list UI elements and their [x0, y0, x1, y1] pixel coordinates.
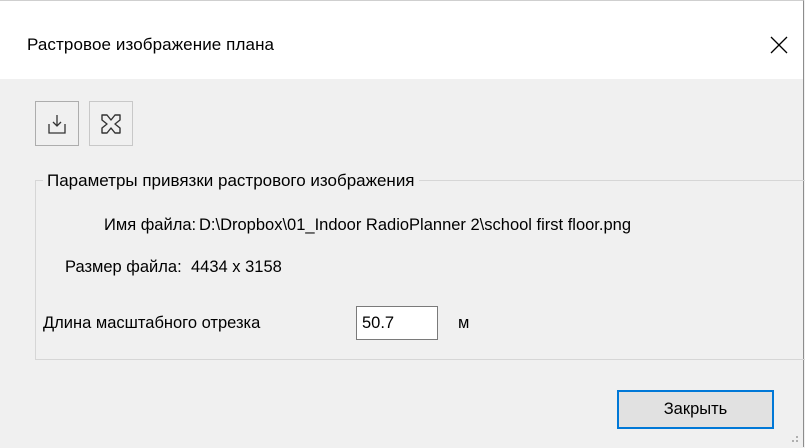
delete-image-icon — [101, 113, 121, 134]
load-image-button[interactable] — [35, 101, 79, 146]
file-name-label: Имя файла: — [104, 216, 197, 234]
scale-length-input[interactable] — [356, 306, 438, 340]
file-size-label: Размер файла: — [65, 258, 182, 276]
file-size-value: 4434 x 3158 — [191, 258, 282, 276]
close-button[interactable]: Закрыть — [617, 390, 774, 429]
window-close-button[interactable] — [755, 23, 803, 67]
import-icon — [48, 114, 66, 134]
scale-unit-label: м — [458, 314, 470, 332]
file-name-value: D:\Dropbox\01_Indoor RadioPlanner 2\scho… — [199, 216, 632, 234]
resize-grip-icon[interactable] — [789, 433, 799, 443]
dialog-title: Растровое изображение плана — [27, 35, 275, 54]
group-legend: Параметры привязки растрового изображени… — [43, 171, 419, 191]
title-bar: Растровое изображение плана — [0, 1, 803, 79]
remove-image-button[interactable] — [89, 101, 133, 146]
scale-length-label: Длина масштабного отрезка — [43, 314, 261, 332]
raster-plan-dialog: Растровое изображение плана Параметры пр… — [0, 0, 805, 447]
close-icon — [770, 36, 788, 54]
